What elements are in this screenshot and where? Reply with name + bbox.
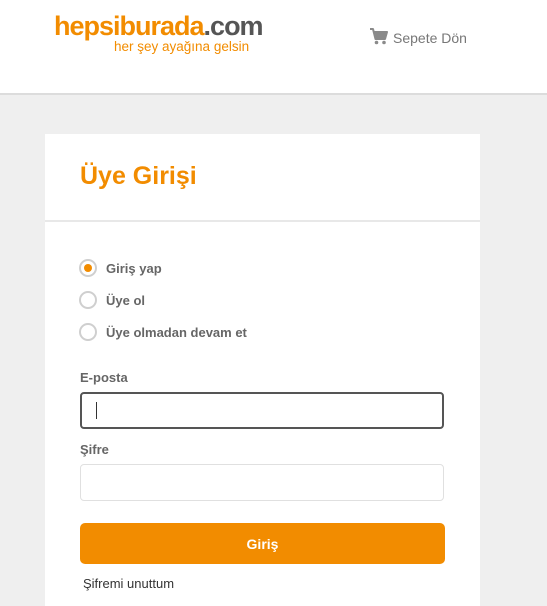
option-login[interactable]: Giriş yap bbox=[79, 259, 162, 277]
option-login-label: Giriş yap bbox=[106, 260, 162, 276]
option-register-label: Üye ol bbox=[106, 292, 146, 308]
password-field[interactable] bbox=[80, 464, 444, 501]
hepsiburada-logo[interactable]: hepsiburada.com her şey ayağına gelsin bbox=[54, 11, 264, 54]
back-to-cart-link[interactable]: Sepete Dön bbox=[369, 27, 467, 48]
logo-domain: .com bbox=[203, 11, 264, 41]
radio-guest[interactable] bbox=[79, 323, 97, 341]
logo-wordmark: hepsiburada.com bbox=[54, 11, 264, 41]
email-field[interactable] bbox=[80, 392, 444, 429]
cart-icon bbox=[369, 27, 389, 48]
email-label: E-posta bbox=[80, 370, 128, 385]
password-label: Şifre bbox=[80, 442, 109, 457]
back-to-cart-label: Sepete Dön bbox=[393, 29, 467, 46]
login-card: Üye Girişi Giriş yap Üye ol Üye olmadan … bbox=[45, 134, 480, 606]
login-card-header: Üye Girişi bbox=[45, 134, 480, 222]
logo-brand: hepsiburada bbox=[54, 11, 205, 41]
site-header: hepsiburada.com her şey ayağına gelsin S… bbox=[0, 0, 547, 95]
login-button[interactable]: Giriş bbox=[80, 523, 445, 564]
option-guest[interactable]: Üye olmadan devam et bbox=[79, 323, 247, 341]
page-title: Üye Girişi bbox=[80, 162, 197, 190]
radio-login[interactable] bbox=[79, 259, 97, 277]
radio-register[interactable] bbox=[79, 291, 97, 309]
forgot-password-link[interactable]: Şifremi unuttum bbox=[83, 576, 174, 591]
option-guest-label: Üye olmadan devam et bbox=[106, 324, 247, 340]
logo-tagline: her şey ayağına gelsin bbox=[114, 39, 250, 54]
text-caret bbox=[96, 402, 97, 419]
option-register[interactable]: Üye ol bbox=[79, 291, 145, 309]
